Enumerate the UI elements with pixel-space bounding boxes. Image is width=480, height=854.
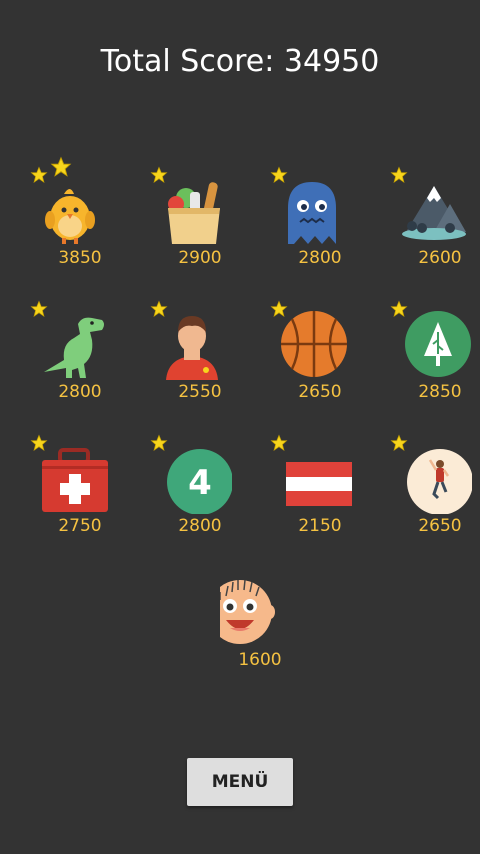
level-score: 2750 <box>58 516 102 536</box>
groceries-icon <box>160 174 232 246</box>
level-austria-flag[interactable]: 2150 <box>260 418 360 538</box>
level-mountains[interactable]: 2600 <box>380 150 480 270</box>
basketball-icon <box>280 308 352 380</box>
level-forest[interactable]: 2850 <box>380 284 480 404</box>
level-first-aid-kit[interactable]: 2750 <box>20 418 120 538</box>
level-basketball[interactable]: 2650 <box>260 284 360 404</box>
ghost-icon <box>280 174 352 246</box>
level-groceries[interactable]: 2900 <box>140 150 240 270</box>
level-ghost[interactable]: 2800 <box>260 150 360 270</box>
level-score: 2600 <box>418 248 462 268</box>
menu-button[interactable]: MENÜ <box>187 758 293 806</box>
dinosaur-icon <box>40 308 112 380</box>
level-football-player[interactable]: 2550 <box>140 284 240 404</box>
level-score: 2800 <box>58 382 102 402</box>
level-score: 2650 <box>418 516 462 536</box>
smiley-face-icon <box>220 576 292 648</box>
football-player-icon <box>160 308 232 380</box>
level-dinosaur[interactable]: 2800 <box>20 284 120 404</box>
total-score-title: Total Score: 34950 <box>100 44 380 79</box>
number-four-label: 4 <box>188 463 212 503</box>
level-score: 2850 <box>418 382 462 402</box>
level-number-four[interactable]: 4 2800 <box>140 418 240 538</box>
forest-tree-icon <box>400 308 472 380</box>
level-score: 3850 <box>58 248 102 268</box>
climber-icon <box>400 442 472 514</box>
level-smiley-face[interactable]: 1600 <box>200 552 300 672</box>
number-four-icon: 4 <box>160 442 232 514</box>
mountains-icon <box>400 174 472 246</box>
chick-icon <box>40 174 112 246</box>
level-score: 2900 <box>178 248 222 268</box>
level-score: 2800 <box>178 516 222 536</box>
level-score: 1600 <box>238 650 282 670</box>
level-climber[interactable]: 2650 <box>380 418 480 538</box>
first-aid-kit-icon <box>40 442 112 514</box>
level-score: 2800 <box>298 248 342 268</box>
level-score: 2550 <box>178 382 222 402</box>
austria-flag-icon <box>280 442 352 514</box>
level-score: 2650 <box>298 382 342 402</box>
level-chick[interactable]: 3850 <box>20 150 120 270</box>
level-score: 2150 <box>298 516 342 536</box>
